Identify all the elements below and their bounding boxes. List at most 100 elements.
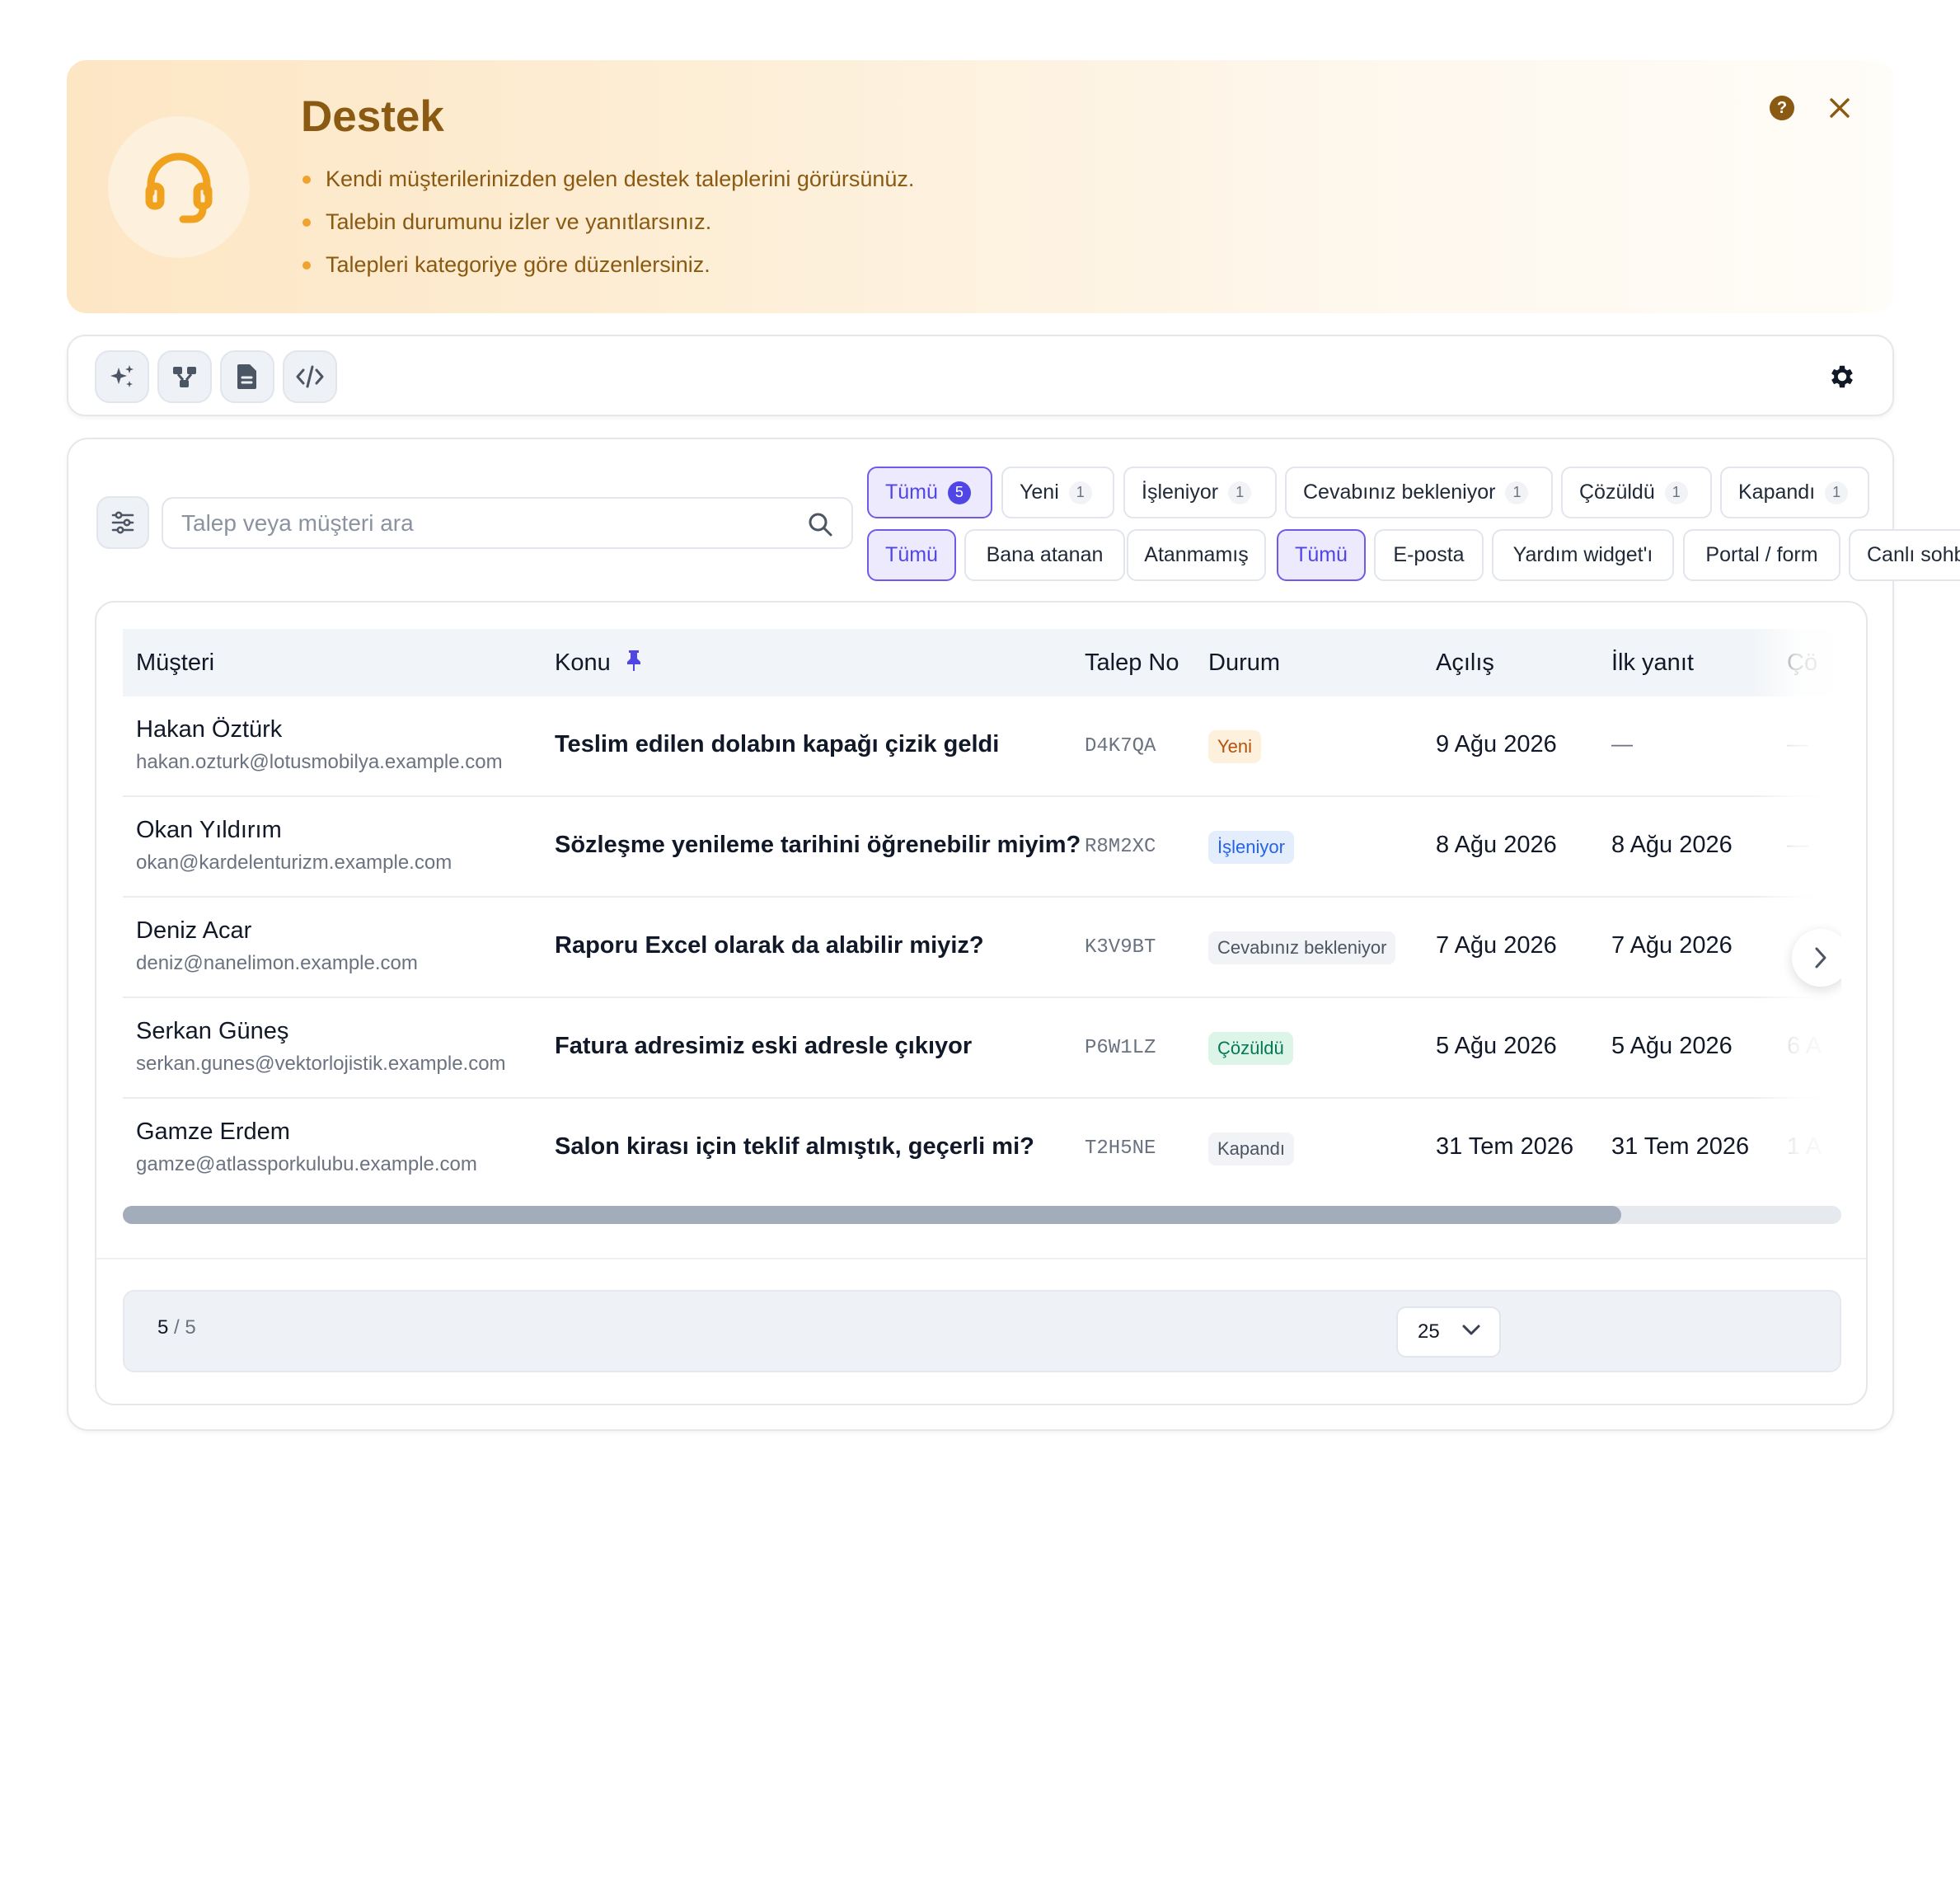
status-filter-closed[interactable]: Kapandı 1 bbox=[1720, 467, 1869, 518]
customer-email: hakan.ozturk@lotusmobilya.example.com bbox=[136, 751, 503, 773]
toolbar bbox=[67, 335, 1894, 416]
tickets-table: Müşteri Konu Talep No Durum Açılış İlk y… bbox=[123, 629, 1841, 1222]
chip-count: 5 bbox=[947, 481, 971, 504]
channel-filter-portal[interactable]: Portal / form bbox=[1683, 529, 1840, 581]
column-header-label: Konu bbox=[555, 650, 611, 676]
status-badge: Kapandı bbox=[1208, 1133, 1294, 1165]
status-filter-new[interactable]: Yeni 1 bbox=[1001, 467, 1114, 518]
pagination-bar: 5 / 5 25 bbox=[123, 1290, 1841, 1372]
customer-email: okan@kardelenturizm.example.com bbox=[136, 851, 452, 874]
opened-date: 9 Ağu 2026 bbox=[1436, 731, 1557, 757]
count-separator: / bbox=[174, 1316, 180, 1339]
column-header-customer[interactable]: Müşteri bbox=[136, 629, 214, 696]
embed-code-button[interactable] bbox=[283, 350, 337, 403]
search-box bbox=[162, 497, 853, 549]
customer-name: Serkan Güneş bbox=[136, 1018, 289, 1044]
channel-filter-widget[interactable]: Yardım widget'ı bbox=[1492, 529, 1674, 581]
chip-count: 1 bbox=[1825, 481, 1849, 504]
column-header-opened[interactable]: Açılış bbox=[1436, 629, 1494, 696]
search-input[interactable] bbox=[181, 499, 791, 547]
first-reply-date: — bbox=[1611, 731, 1633, 756]
customer-name: Gamze Erdem bbox=[136, 1118, 290, 1145]
feature-item: Talepleri kategoriye göre düzenlersiniz. bbox=[301, 243, 914, 286]
column-header-first-reply[interactable]: İlk yanıt bbox=[1611, 629, 1694, 696]
status-filter-all[interactable]: Tümü 5 bbox=[867, 467, 992, 518]
status-badge: Yeni bbox=[1208, 730, 1262, 763]
feature-list: Kendi müşterilerinizden gelen destek tal… bbox=[301, 157, 914, 286]
pin-icon[interactable] bbox=[626, 649, 642, 672]
divider bbox=[96, 1258, 1866, 1259]
sparkle-icon bbox=[110, 365, 134, 387]
first-reply-date: 31 Tem 2026 bbox=[1611, 1133, 1750, 1160]
first-reply-date: 8 Ağu 2026 bbox=[1611, 832, 1733, 858]
status-badge: Çözüldü bbox=[1208, 1032, 1293, 1065]
customer-name: Hakan Öztürk bbox=[136, 716, 283, 743]
filter-settings-button[interactable] bbox=[96, 496, 149, 549]
chip-label: Tümü bbox=[885, 543, 938, 566]
ticket-subject[interactable]: Raporu Excel olarak da alabilir miyiz? bbox=[555, 932, 984, 959]
chip-count: 1 bbox=[1664, 481, 1688, 504]
ai-assistant-button[interactable] bbox=[95, 350, 149, 403]
search-icon[interactable] bbox=[807, 511, 833, 537]
document-icon bbox=[237, 364, 256, 389]
workflow-button[interactable] bbox=[157, 350, 212, 403]
chip-label: Canlı sohb bbox=[1867, 543, 1960, 566]
chip-label: Yeni bbox=[1020, 481, 1059, 504]
resolved-date: — bbox=[1787, 731, 1808, 756]
assign-filter-unassigned[interactable]: Atanmamış bbox=[1127, 529, 1266, 581]
ticket-number: R8M2XC bbox=[1085, 836, 1156, 858]
chip-count: 1 bbox=[1068, 481, 1092, 504]
customer-email: serkan.gunes@vektorlojistik.example.com bbox=[136, 1053, 506, 1075]
column-header-status[interactable]: Durum bbox=[1208, 629, 1280, 696]
column-header-resolved[interactable]: Çö bbox=[1787, 629, 1817, 696]
status-filter-in-progress[interactable]: İşleniyor 1 bbox=[1123, 467, 1277, 518]
ticket-number: P6W1LZ bbox=[1085, 1037, 1156, 1059]
tickets-table-card: Müşteri Konu Talep No Durum Açılış İlk y… bbox=[95, 601, 1868, 1405]
feature-item: Talebin durumunu izler ve yanıtlarsınız. bbox=[301, 200, 914, 243]
close-icon[interactable] bbox=[1824, 92, 1855, 124]
chevron-right-icon bbox=[1815, 947, 1826, 968]
assign-filter-all[interactable]: Tümü bbox=[867, 529, 956, 581]
table-row[interactable]: Gamze Erdem gamze@atlassporkulubu.example… bbox=[123, 1099, 1841, 1199]
channel-filter-email[interactable]: E-posta bbox=[1374, 529, 1484, 581]
gear-icon[interactable] bbox=[1824, 359, 1860, 395]
chip-count: 1 bbox=[1228, 481, 1252, 504]
chip-label: İşleniyor bbox=[1142, 481, 1219, 504]
column-header-ticket-no[interactable]: Talep No bbox=[1085, 629, 1179, 696]
horizontal-scrollbar[interactable] bbox=[123, 1206, 1841, 1224]
chip-label: Kapandı bbox=[1738, 481, 1816, 504]
chip-count: 1 bbox=[1505, 481, 1529, 504]
ticket-subject[interactable]: Fatura adresimiz eski adresle çıkıyor bbox=[555, 1033, 972, 1060]
table-row[interactable]: Hakan Öztürk hakan.ozturk@lotusmobilya.ex… bbox=[123, 696, 1841, 797]
table-row[interactable]: Okan Yıldırım okan@kardelenturizm.example… bbox=[123, 797, 1841, 898]
resolved-date: 6 A bbox=[1787, 1033, 1822, 1059]
chip-label: Cevabınız bekleniyor bbox=[1303, 481, 1496, 504]
chip-label: Bana atanan bbox=[986, 543, 1104, 566]
status-filter-resolved[interactable]: Çözüldü 1 bbox=[1561, 467, 1712, 518]
status-filter-awaiting-reply[interactable]: Cevabınız bekleniyor 1 bbox=[1285, 467, 1553, 518]
chip-label: E-posta bbox=[1393, 543, 1465, 566]
status-badge: Cevabınız bekleniyor bbox=[1208, 931, 1396, 964]
ticket-subject[interactable]: Salon kirası için teklif almıştık, geçer… bbox=[555, 1133, 1034, 1161]
customer-email: deniz@nanelimon.example.com bbox=[136, 952, 418, 974]
table-row[interactable]: Deniz Acar deniz@nanelimon.example.com Rap… bbox=[123, 898, 1841, 998]
column-header-subject[interactable]: Konu bbox=[555, 629, 642, 696]
resolved-date: 1 A bbox=[1787, 1133, 1822, 1160]
feature-item: Kendi müşterilerinizden gelen destek tal… bbox=[301, 157, 914, 200]
first-reply-date: 5 Ağu 2026 bbox=[1611, 1033, 1733, 1059]
help-icon[interactable]: ? bbox=[1770, 96, 1794, 120]
channel-filter-live-chat[interactable]: Canlı sohb bbox=[1849, 529, 1960, 581]
customer-name: Deniz Acar bbox=[136, 917, 252, 944]
info-banner: Destek Kendi müşterilerinizden gelen des… bbox=[67, 60, 1894, 313]
tickets-panel: Tümü 5 Yeni 1 İşleniyor 1 Cevabınız bekl… bbox=[67, 438, 1960, 1431]
ticket-subject[interactable]: Teslim edilen dolabın kapağı çizik geldi bbox=[555, 731, 999, 758]
result-count: 5 / 5 bbox=[157, 1316, 196, 1339]
assign-filter-mine[interactable]: Bana atanan bbox=[964, 529, 1125, 581]
page-size-select[interactable]: 25 bbox=[1396, 1306, 1501, 1358]
scrollbar-thumb[interactable] bbox=[123, 1206, 1622, 1224]
channel-filter-all[interactable]: Tümü bbox=[1277, 529, 1366, 581]
table-row[interactable]: Serkan Güneş serkan.gunes@vektorlojistik.… bbox=[123, 998, 1841, 1099]
ticket-subject[interactable]: Sözleşme yenileme tarihini öğrenebilir m… bbox=[555, 832, 1081, 859]
chip-label: Portal / form bbox=[1705, 543, 1818, 566]
document-button[interactable] bbox=[220, 350, 274, 403]
